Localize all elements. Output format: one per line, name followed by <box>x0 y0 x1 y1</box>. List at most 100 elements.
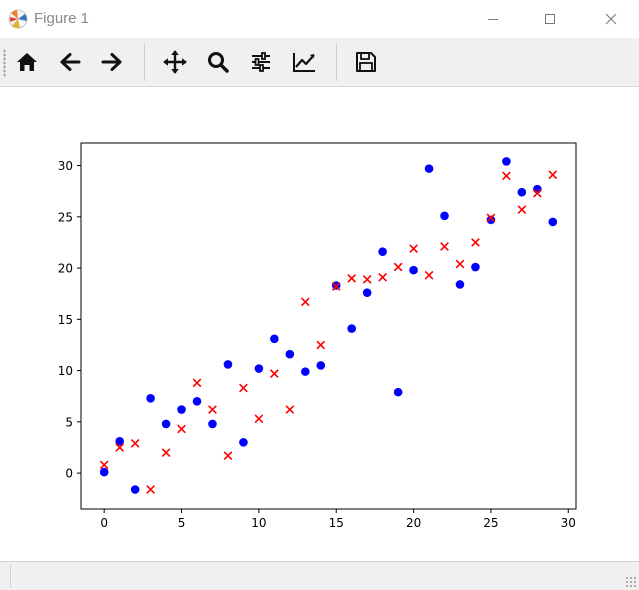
scatter-point-x <box>378 272 388 282</box>
scatter-point-circle <box>455 280 465 289</box>
scatter-point-x <box>440 242 449 251</box>
zoom-icon <box>208 52 229 73</box>
scatter-point-x <box>99 460 109 470</box>
scatter-point-circle <box>192 397 202 406</box>
scatter-point-circle <box>146 393 155 403</box>
scatter-point-circle <box>99 467 109 477</box>
toolbar-separator <box>336 43 337 81</box>
y-tick-label: 30 <box>58 159 73 173</box>
navigation-toolbar <box>0 38 639 87</box>
back-button[interactable] <box>53 45 87 79</box>
scatter-point-x <box>223 451 233 461</box>
home-button[interactable] <box>10 45 44 79</box>
scatter-point-x <box>409 244 418 253</box>
size-grip[interactable] <box>625 576 637 588</box>
matplotlib-logo-icon <box>8 9 28 29</box>
scatter-point-x <box>471 238 480 247</box>
scatter-point-circle <box>548 217 558 227</box>
scatter-point-circle <box>270 334 279 344</box>
maximize-button[interactable] <box>527 0 573 38</box>
scatter-point-circle <box>502 157 511 166</box>
y-tick-label: 15 <box>58 313 73 327</box>
x-tick-label: 25 <box>483 516 498 530</box>
scatter-point-x <box>208 405 217 414</box>
y-tick-label: 5 <box>65 415 73 429</box>
save-icon <box>356 52 376 72</box>
scatter-point-x <box>502 171 511 181</box>
scatter-point-x <box>254 414 264 424</box>
scatter-plot[interactable]: 0 5 10 15 20 25 30 0 5 10 15 20 25 30 <box>0 87 639 561</box>
configure-subplots-button[interactable] <box>244 45 278 79</box>
line-chart-icon <box>293 53 315 72</box>
scatter-point-circle <box>517 187 527 197</box>
arrow-left-icon <box>60 53 81 71</box>
toolbar-separator <box>144 43 145 81</box>
minimize-icon <box>488 19 498 20</box>
scatter-point-x <box>146 485 155 494</box>
x-tick-label: 30 <box>561 516 576 530</box>
forward-button[interactable] <box>95 45 129 79</box>
status-separator <box>10 565 11 587</box>
zoom-button[interactable] <box>201 45 235 79</box>
home-icon <box>17 53 37 71</box>
scatter-point-x <box>300 297 310 307</box>
y-tick-label: 25 <box>58 210 73 224</box>
y-tick-label: 0 <box>65 467 73 481</box>
sliders-icon <box>252 52 270 72</box>
move-icon <box>163 50 187 74</box>
scatter-point-circle <box>177 405 186 414</box>
scatter-point-x <box>393 262 403 272</box>
x-tick-label: 20 <box>406 516 421 530</box>
scatter-point-circle <box>362 288 372 297</box>
y-tick-label: 20 <box>58 262 73 276</box>
close-button[interactable] <box>588 0 634 38</box>
toolbar-grip[interactable] <box>3 49 6 77</box>
window-title: Figure 1 <box>34 10 90 27</box>
title-bar: Figure 1 <box>0 0 639 38</box>
scatter-point-circle <box>300 367 310 376</box>
scatter-point-circle <box>130 485 140 494</box>
scatter-point-x <box>130 439 140 448</box>
scatter-point-x <box>548 170 558 180</box>
scatter-point-x <box>362 274 372 284</box>
scatter-point-x <box>285 405 295 414</box>
scatter-point-circle <box>239 438 248 447</box>
scatter-point-x <box>161 448 171 457</box>
scatter-point-x <box>424 270 434 280</box>
scatter-point-x <box>347 273 357 283</box>
x-tick-label: 10 <box>251 516 266 530</box>
scatter-point-circle <box>471 262 480 272</box>
axis-ticks: 0 5 10 15 20 25 30 0 5 10 15 20 25 30 <box>58 159 576 530</box>
scatter-point-x <box>239 383 248 393</box>
axes-frame <box>80 142 577 510</box>
scatter-point-x <box>316 340 326 350</box>
plot-marks <box>99 157 558 494</box>
pan-button[interactable] <box>158 45 192 79</box>
scatter-point-circle <box>316 361 326 370</box>
x-tick-label: 15 <box>329 516 344 530</box>
scatter-point-circle <box>254 364 264 373</box>
maximize-icon <box>545 14 555 24</box>
scatter-point-x <box>177 424 186 434</box>
scatter-point-circle <box>223 360 233 369</box>
scatter-point-x <box>455 259 465 269</box>
close-icon <box>605 13 617 25</box>
scatter-point-circle <box>440 211 449 221</box>
arrow-right-icon <box>101 53 122 71</box>
scatter-point-circle <box>161 419 171 429</box>
scatter-point-circle <box>409 265 418 275</box>
scatter-point-circle <box>393 387 403 397</box>
x-tick-label: 5 <box>178 516 186 530</box>
status-bar <box>0 561 639 590</box>
customize-axes-button[interactable] <box>287 45 321 79</box>
scatter-point-circle <box>208 419 217 429</box>
scatter-point-x <box>269 369 279 379</box>
y-tick-label: 10 <box>58 364 73 378</box>
scatter-point-x <box>517 205 527 215</box>
save-button[interactable] <box>349 45 383 79</box>
figure-canvas[interactable]: 0 5 10 15 20 25 30 0 5 10 15 20 25 30 <box>0 87 639 561</box>
minimize-button[interactable] <box>470 0 516 38</box>
scatter-point-circle <box>378 247 387 256</box>
scatter-point-x <box>192 378 202 388</box>
x-tick-label: 0 <box>100 516 108 530</box>
